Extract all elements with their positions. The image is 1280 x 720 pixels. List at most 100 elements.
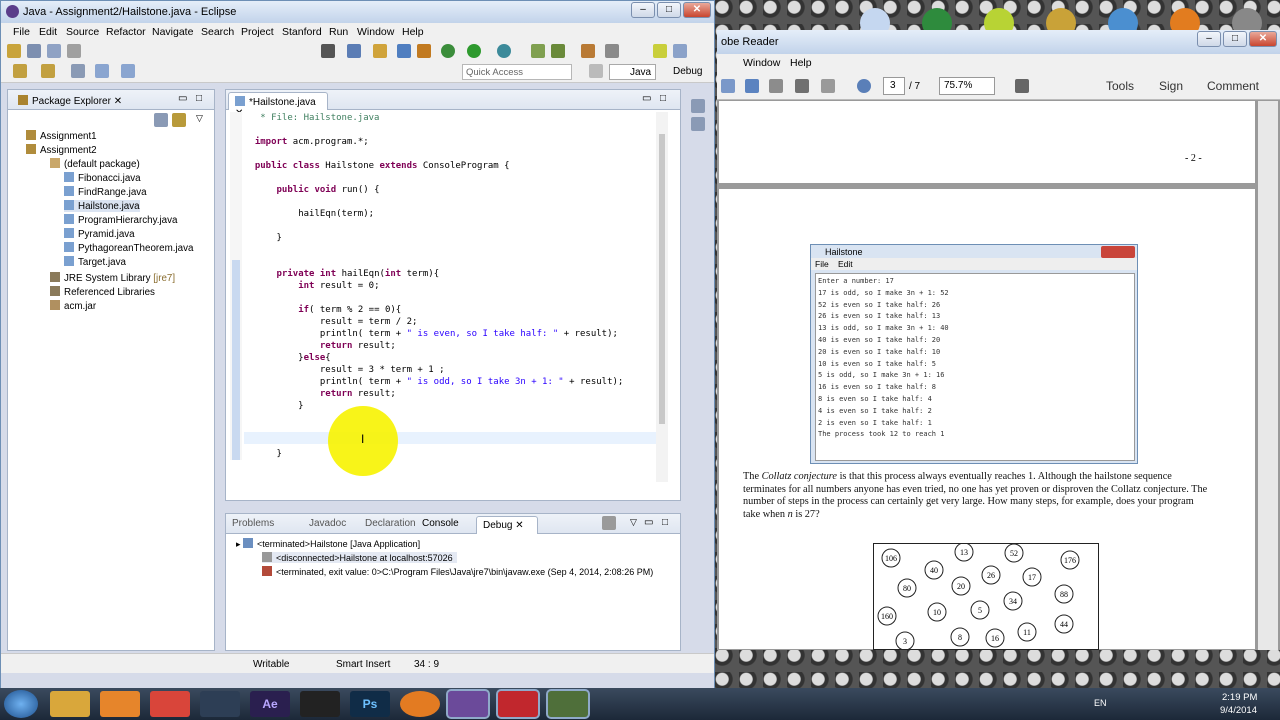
tool-icon[interactable] bbox=[397, 44, 411, 58]
zoom-select[interactable]: 75.7% bbox=[939, 77, 995, 95]
tab-console[interactable]: Console bbox=[422, 518, 459, 529]
step-icon[interactable] bbox=[347, 44, 361, 58]
forward-icon[interactable] bbox=[121, 64, 135, 78]
menu-edit[interactable]: Edit bbox=[838, 259, 853, 269]
eclipse-taskbar-icon[interactable] bbox=[448, 691, 488, 717]
tab-problems[interactable]: Problems bbox=[232, 518, 274, 529]
comment-button[interactable]: Comment bbox=[1207, 79, 1259, 93]
close-icon[interactable]: ✕ bbox=[114, 96, 122, 107]
tab-hailstone-java[interactable]: *Hailstone.java ✕ bbox=[228, 92, 328, 119]
highlight-icon[interactable] bbox=[653, 44, 667, 58]
open-type-icon[interactable] bbox=[581, 44, 595, 58]
open-icon[interactable] bbox=[745, 79, 759, 93]
maximize-icon[interactable]: □ bbox=[660, 93, 666, 104]
menu-edit[interactable]: Edit bbox=[39, 26, 57, 38]
explorer-icon[interactable] bbox=[50, 691, 90, 717]
collapse-all-icon[interactable] bbox=[154, 113, 168, 127]
view-menu-icon[interactable]: ▽ bbox=[630, 517, 637, 528]
java-perspective-button[interactable]: Java bbox=[609, 64, 657, 80]
debug-process-row[interactable]: <terminated, exit value: 0>C:\Program Fi… bbox=[262, 566, 653, 577]
new-java-project-icon[interactable] bbox=[531, 44, 545, 58]
clock-date[interactable]: 9/4/2014 bbox=[1220, 705, 1257, 716]
maximize-button[interactable]: □ bbox=[657, 2, 681, 18]
search-icon[interactable] bbox=[605, 44, 619, 58]
tree-item-target[interactable]: Target.java bbox=[64, 256, 126, 268]
menu-window[interactable]: Window bbox=[357, 26, 394, 38]
code-line[interactable]: } bbox=[244, 232, 282, 244]
tree-item-pyramid[interactable]: Pyramid.java bbox=[64, 228, 135, 240]
print-icon[interactable] bbox=[67, 44, 81, 58]
menu-project[interactable]: Project bbox=[241, 26, 274, 38]
link-with-editor-icon[interactable] bbox=[172, 113, 186, 127]
close-button[interactable]: ✕ bbox=[683, 2, 711, 18]
code-line[interactable]: hailEqn(term); bbox=[244, 208, 374, 220]
tree-item-acm-jar[interactable]: acm.jar bbox=[50, 300, 96, 312]
new-package-icon[interactable] bbox=[551, 44, 565, 58]
scrollbar-thumb[interactable] bbox=[659, 134, 665, 424]
maximize-button[interactable]: □ bbox=[1223, 31, 1247, 47]
code-line[interactable]: result = term / 2; bbox=[244, 316, 418, 328]
save-all-icon[interactable] bbox=[47, 44, 61, 58]
debug-icon[interactable] bbox=[441, 44, 455, 58]
minimize-button[interactable]: – bbox=[631, 2, 655, 18]
tree-item-assignment1[interactable]: Assignment1 bbox=[26, 130, 97, 142]
email-icon[interactable] bbox=[821, 79, 835, 93]
previous-annotation-icon[interactable] bbox=[41, 64, 55, 78]
tree-item-pythagorean[interactable]: PythagoreanTheorem.java bbox=[64, 242, 193, 254]
run-icon[interactable] bbox=[467, 44, 481, 58]
chrome-icon[interactable] bbox=[150, 691, 190, 717]
page-number-input[interactable]: 3 bbox=[883, 77, 905, 95]
java-app-taskbar-icon[interactable] bbox=[548, 691, 588, 717]
code-line[interactable]: int result = 0; bbox=[244, 280, 379, 292]
next-annotation-icon[interactable] bbox=[13, 64, 27, 78]
sign-button[interactable]: Sign bbox=[1159, 79, 1183, 93]
menu-file[interactable]: File bbox=[815, 259, 829, 269]
skip-icon[interactable] bbox=[373, 44, 387, 58]
language-indicator[interactable]: EN bbox=[1094, 698, 1107, 708]
after-effects-icon[interactable]: Ae bbox=[250, 691, 290, 717]
code-line[interactable]: } bbox=[244, 448, 282, 460]
tab-debug[interactable]: Debug ✕ bbox=[476, 516, 538, 534]
tool-icon[interactable] bbox=[417, 44, 431, 58]
tree-item-referenced-libraries[interactable]: Referenced Libraries bbox=[50, 286, 155, 298]
external-tools-icon[interactable] bbox=[497, 44, 511, 58]
menu-file[interactable]: File bbox=[13, 26, 30, 38]
quick-access-input[interactable]: Quick Access bbox=[462, 64, 572, 80]
reader-scrollbar[interactable] bbox=[1258, 101, 1278, 650]
start-button[interactable] bbox=[4, 690, 38, 718]
task-list-icon[interactable] bbox=[691, 117, 705, 131]
code-line[interactable]: public void run() { bbox=[244, 184, 380, 196]
create-icon[interactable] bbox=[721, 79, 735, 93]
debug-target-row[interactable]: <disconnected>Hailstone at localhost:570… bbox=[262, 552, 457, 563]
close-button[interactable] bbox=[1101, 246, 1135, 258]
debug-launch-row[interactable]: ▸ <terminated>Hailstone [Java Applicatio… bbox=[236, 538, 420, 550]
tree-item-programhierarchy[interactable]: ProgramHierarchy.java bbox=[64, 214, 177, 226]
maximize-icon[interactable]: □ bbox=[196, 93, 202, 104]
fit-page-icon[interactable] bbox=[1015, 79, 1029, 93]
code-line[interactable]: private int hailEqn(int term){ bbox=[244, 268, 440, 280]
remove-launches-icon[interactable] bbox=[602, 516, 616, 530]
clock-time[interactable]: 2:19 PM bbox=[1222, 692, 1257, 703]
minimize-button[interactable]: – bbox=[1197, 31, 1221, 47]
close-button[interactable]: ✕ bbox=[1249, 31, 1277, 47]
tree-item-hailstone[interactable]: Hailstone.java bbox=[64, 200, 140, 212]
tree-item-assignment2[interactable]: Assignment2 bbox=[26, 144, 97, 156]
back-icon[interactable] bbox=[95, 64, 109, 78]
tree-item-findrange[interactable]: FindRange.java bbox=[64, 186, 147, 198]
debug-perspective-button[interactable]: Debug bbox=[653, 64, 706, 80]
code-line[interactable]: return result; bbox=[244, 388, 396, 400]
video-editor-icon[interactable] bbox=[300, 691, 340, 717]
open-perspective-icon[interactable] bbox=[589, 64, 603, 78]
view-menu-icon[interactable]: ▽ bbox=[196, 113, 203, 124]
code-line[interactable]: }else{ bbox=[244, 352, 331, 364]
previous-page-icon[interactable] bbox=[857, 79, 871, 93]
new-icon[interactable] bbox=[7, 44, 21, 58]
print-icon[interactable] bbox=[795, 79, 809, 93]
menu-stanford[interactable]: Stanford bbox=[282, 26, 322, 38]
tab-package-explorer[interactable]: Package Explorer ✕ bbox=[12, 92, 128, 110]
tree-item-fibonacci[interactable]: Fibonacci.java bbox=[64, 172, 141, 184]
code-line[interactable]: return result; bbox=[244, 340, 396, 352]
code-line[interactable]: println( term + " is even, so I take hal… bbox=[244, 328, 618, 340]
hailstone-console[interactable]: Enter a number: 17 17 is odd, so I make 3… bbox=[815, 273, 1135, 461]
media-player-icon[interactable] bbox=[100, 691, 140, 717]
